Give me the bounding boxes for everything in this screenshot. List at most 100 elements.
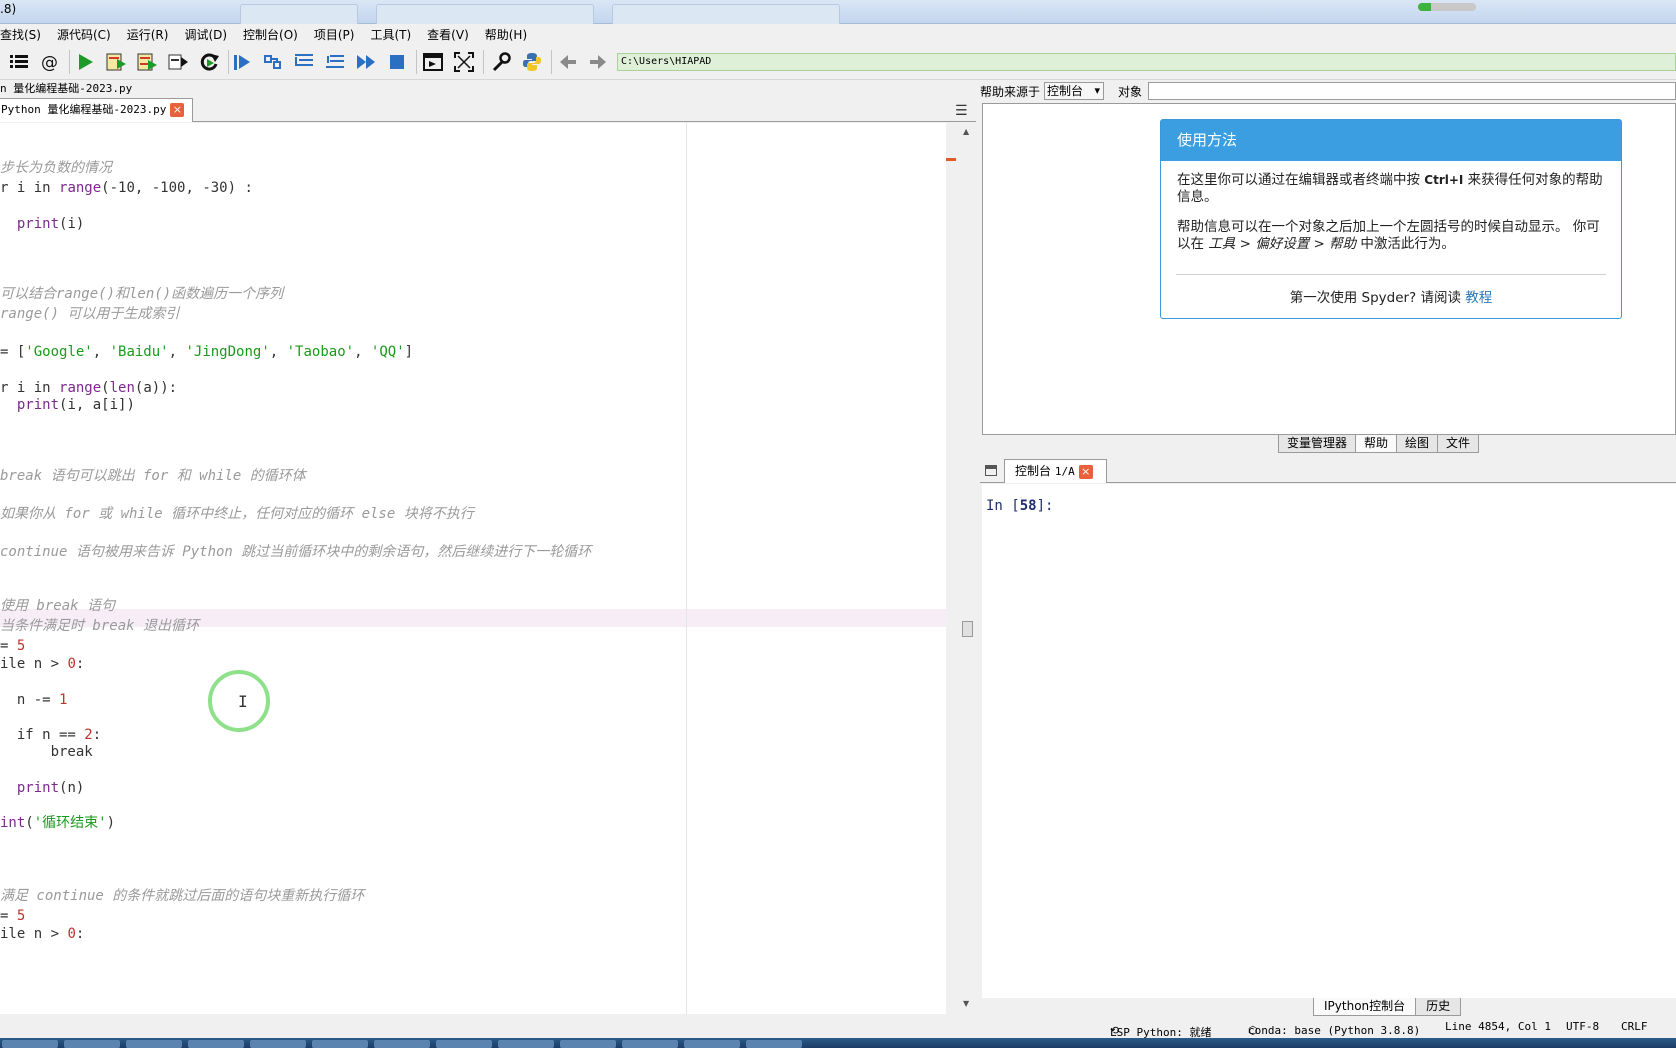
back-icon[interactable]: [556, 50, 580, 74]
code-editor[interactable]: 步长为负数的情况 r i in range(-10, -100, -30) : p…: [0, 123, 946, 1014]
new-console-icon[interactable]: [985, 465, 997, 476]
menu-source[interactable]: 源代码(C): [49, 26, 119, 43]
code-line: continue 语句被用来告诉 Python 跳过当前循环块中的剩余语句，然后…: [0, 544, 592, 560]
code-line: = 5: [0, 638, 26, 654]
ipython-console[interactable]: In [58]:: [982, 484, 1676, 998]
tab-history[interactable]: 历史: [1415, 998, 1462, 1016]
taskbar-item[interactable]: [498, 1040, 554, 1048]
tutorial-link[interactable]: 教程: [1465, 290, 1492, 306]
step-into-icon[interactable]: [292, 50, 316, 74]
help-pane: 使用方法 在这里你可以通过在编辑器或者终端中按 Ctrl+I 来获得任何对象的帮…: [982, 103, 1676, 435]
code-line: break: [0, 744, 93, 760]
help-source-label: 帮助来源于: [980, 84, 1041, 99]
rerun-icon[interactable]: [197, 50, 221, 74]
taskbar-item[interactable]: [374, 1040, 430, 1048]
menu-console[interactable]: 控制台(O): [235, 26, 306, 43]
taskbar-item[interactable]: [312, 1040, 368, 1048]
python-path-icon[interactable]: [520, 50, 544, 74]
usage-card: 使用方法 在这里你可以通过在编辑器或者终端中按 Ctrl+I 来获得任何对象的帮…: [1160, 119, 1622, 319]
code-line: print(n): [16, 780, 85, 796]
editor-file-path: n 量化编程基础-2023.py: [0, 82, 133, 95]
step-return-icon[interactable]: [323, 50, 347, 74]
taskbar-item[interactable]: [622, 1040, 678, 1048]
taskbar-item[interactable]: [188, 1040, 244, 1048]
scroll-up-icon[interactable]: ▲: [963, 127, 969, 136]
working-directory-input[interactable]: C:\Users\HIAPAD: [617, 53, 1676, 71]
run-selection-icon[interactable]: [166, 50, 190, 74]
tab-help[interactable]: 帮助: [1355, 435, 1398, 453]
run-icon[interactable]: [73, 50, 97, 74]
run-cell-advance-icon[interactable]: [135, 50, 159, 74]
usage-paragraph-1: 在这里你可以通过在编辑器或者终端中按 Ctrl+I 来获得任何对象的帮助信息。: [1177, 172, 1603, 205]
stop-icon[interactable]: [385, 50, 409, 74]
tab-files[interactable]: 文件: [1437, 435, 1480, 453]
taskbar-item[interactable]: [436, 1040, 492, 1048]
code-line: range() 可以用于生成索引: [0, 306, 180, 322]
code-line: print(i): [16, 216, 85, 232]
taskbar-item[interactable]: [250, 1040, 306, 1048]
menu-debug[interactable]: 调试(D): [176, 26, 235, 43]
outline-icon[interactable]: [7, 50, 31, 74]
right-pane-tabs: 变量管理器 帮助 绘图 文件: [1278, 435, 1480, 453]
menu-run[interactable]: 运行(R): [119, 26, 177, 43]
console-pane-tabs: IPython控制台 历史: [1313, 998, 1462, 1016]
status-bar: ⟲ LSP Python: 就绪 ⬡ conda: base (Python 3.8…: [0, 1016, 1676, 1039]
taskbar-item[interactable]: [2, 1040, 58, 1048]
taskbar-item[interactable]: [64, 1040, 120, 1048]
editor-tab[interactable]: Python 量化编程基础-2023.py ×: [0, 98, 193, 122]
step-icon[interactable]: [261, 50, 285, 74]
title-bar: .8): [0, 0, 1676, 24]
cursor-position: Line 4854, Col 1: [1445, 1020, 1551, 1033]
continue-icon[interactable]: [354, 50, 378, 74]
editor-tab-label: Python 量化编程基础-2023.py: [1, 103, 167, 116]
svg-text:@: @: [41, 53, 58, 73]
run-cell-icon[interactable]: [104, 50, 128, 74]
tab-plots[interactable]: 绘图: [1396, 435, 1439, 453]
help-object-input[interactable]: [1148, 82, 1676, 100]
browser-tab-ghost: [376, 4, 594, 24]
scrollbar-thumb[interactable]: [962, 621, 973, 637]
preferences-icon[interactable]: [489, 50, 513, 74]
code-line: 当条件满足时 break 退出循环: [0, 618, 200, 634]
menu-tools[interactable]: 工具(T): [362, 26, 419, 43]
first-time-text: 第一次使用 Spyder? 请阅读 教程: [1289, 290, 1493, 306]
close-icon[interactable]: ×: [1078, 464, 1093, 479]
browser-tab-ghost: [612, 4, 840, 24]
encoding: UTF-8: [1566, 1020, 1600, 1033]
console-prompt: In [58]:: [986, 498, 1054, 514]
menu-help[interactable]: 帮助(H): [477, 26, 535, 43]
code-line: int('循环结束'): [0, 815, 116, 831]
editor-scrollbar[interactable]: ▲ ▼: [958, 123, 976, 1014]
fullscreen-icon[interactable]: [452, 50, 476, 74]
code-line: ile n > 0:: [0, 926, 85, 942]
maximize-pane-icon[interactable]: [421, 50, 445, 74]
debug-icon[interactable]: [230, 50, 254, 74]
usage-paragraph-2: 帮助信息可以在一个对象之后加上一个左圆括号的时候自动显示。 你可以在 工具 > …: [1177, 219, 1600, 252]
toolbar: @ C:\Users\HIAPAD: [0, 44, 1676, 80]
at-icon[interactable]: @: [38, 50, 62, 74]
taskbar-item[interactable]: [684, 1040, 740, 1048]
menu-view[interactable]: 查看(V): [419, 26, 477, 43]
help-source-select[interactable]: 控制台: [1044, 82, 1105, 100]
code-line: print(i, a[i]): [16, 397, 135, 413]
tab-ipython-console[interactable]: IPython控制台: [1313, 998, 1417, 1016]
code-line: 使用 break 语句: [0, 598, 116, 614]
editor-tab-bar: Python 量化编程基础-2023.py ×: [0, 98, 976, 122]
options-menu-icon[interactable]: ☰: [955, 103, 968, 119]
menu-search[interactable]: 查找(S): [0, 26, 49, 43]
taskbar-item[interactable]: [746, 1040, 802, 1048]
scroll-down-icon[interactable]: ▼: [963, 999, 969, 1008]
code-line: r i in range(len(a)):: [0, 380, 178, 396]
code-line: break 语句可以跳出 for 和 while 的循环体: [0, 468, 306, 484]
menu-projects[interactable]: 项目(P): [306, 26, 363, 43]
help-toolbar: 帮助来源于 控制台 对象: [980, 80, 1676, 102]
console-tab-bar: 控制台 1/A ×: [980, 458, 1676, 483]
console-tab[interactable]: 控制台 1/A ×: [1004, 459, 1107, 483]
forward-icon[interactable]: [586, 50, 610, 74]
help-object-label: 对象: [1118, 84, 1143, 99]
code-line: ile n > 0:: [0, 656, 85, 672]
close-icon[interactable]: ×: [170, 103, 185, 117]
taskbar-item[interactable]: [560, 1040, 616, 1048]
tab-variable-explorer[interactable]: 变量管理器: [1278, 435, 1357, 453]
taskbar-item[interactable]: [126, 1040, 182, 1048]
